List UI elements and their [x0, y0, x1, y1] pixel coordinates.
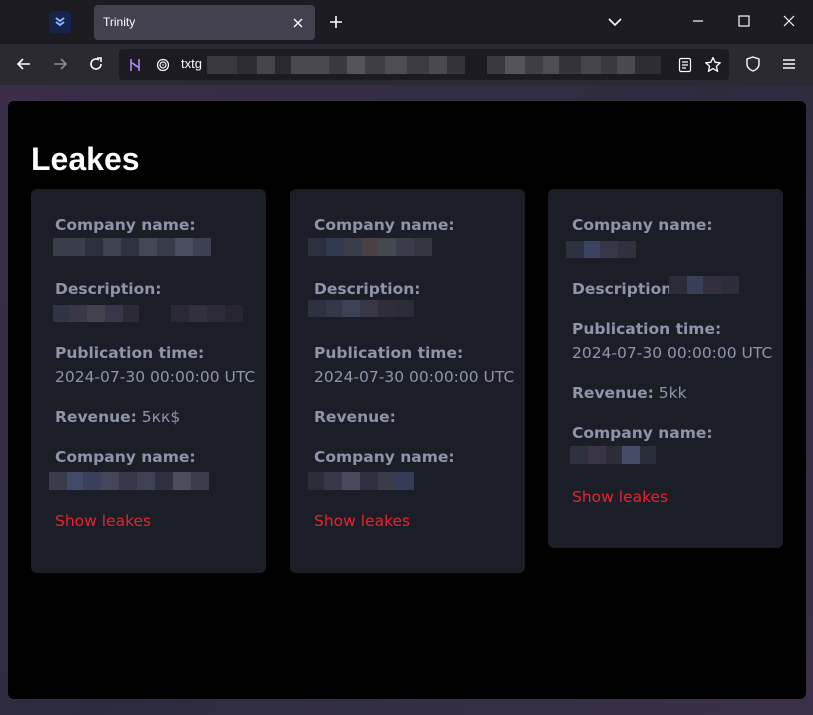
revenue-field: Revenue: [314, 408, 396, 426]
company-name-label: Company name: [55, 216, 196, 234]
description-redacted [308, 300, 414, 317]
url-text: txtg [181, 56, 202, 71]
shield-icon[interactable] [744, 55, 762, 73]
hamburger-menu-icon[interactable] [780, 55, 798, 73]
publication-time-label: Publication time: [314, 344, 464, 362]
company-name-label: Company name: [314, 216, 455, 234]
leak-card: Company name: Description: Publication t… [31, 189, 266, 573]
page-viewport: Leakes Company name: Description: Public… [0, 85, 813, 715]
maximize-icon[interactable] [736, 13, 752, 29]
tab-bar: Trinity [0, 0, 813, 44]
description-label: Description: [314, 280, 421, 298]
url-redacted-2 [487, 56, 661, 74]
description-label: Description: [55, 280, 162, 298]
company-name-redacted [566, 241, 636, 258]
chevron-down-icon[interactable] [606, 13, 624, 31]
leak-card: Company name: Description: Publication t… [290, 189, 525, 573]
revenue-field: Revenue: 5кк$ [55, 408, 181, 426]
back-arrow-icon[interactable] [15, 55, 33, 73]
page-container: Leakes Company name: Description: Public… [8, 101, 806, 699]
show-leakes-link[interactable]: Show leakes [314, 512, 410, 530]
star-icon[interactable] [704, 56, 722, 74]
page-title: Leakes [31, 141, 140, 177]
publication-time-value: 2024-07-30 00:00:00 UTC [314, 368, 515, 386]
plus-icon[interactable] [327, 13, 345, 31]
company-name-redacted-2 [49, 472, 209, 490]
publication-time-value: 2024-07-30 00:00:00 UTC [572, 344, 773, 362]
leak-card: Company name: Description: Publication t… [548, 189, 783, 548]
company-name-label-2: Company name: [314, 448, 455, 466]
revenue-field: Revenue: 5kk [572, 384, 687, 402]
publication-time-value: 2024-07-30 00:00:00 UTC [55, 368, 256, 386]
show-leakes-link[interactable]: Show leakes [572, 488, 668, 506]
company-name-redacted [308, 238, 432, 256]
publication-time-label: Publication time: [572, 320, 722, 338]
close-icon[interactable] [291, 15, 305, 29]
publication-time-label: Publication time: [55, 344, 205, 362]
window-close-icon[interactable] [781, 13, 797, 29]
reader-mode-icon[interactable] [677, 57, 693, 73]
company-name-redacted-2 [570, 446, 656, 464]
navigation-toolbar: txtg [0, 44, 813, 85]
company-name-label-2: Company name: [55, 448, 196, 466]
reload-icon[interactable] [87, 55, 105, 73]
company-name-redacted [53, 238, 211, 256]
description-redacted [669, 276, 739, 294]
company-name-redacted-2 [308, 472, 414, 490]
description-field: Description: [572, 280, 679, 298]
show-leakes-link[interactable]: Show leakes [55, 512, 151, 530]
forward-arrow-icon[interactable] [51, 55, 69, 73]
extension-icon[interactable] [49, 11, 71, 33]
tab-title: Trinity [103, 15, 136, 29]
url-bar[interactable]: txtg [119, 49, 729, 80]
minimize-icon[interactable] [690, 13, 706, 29]
company-name-label: Company name: [572, 216, 713, 234]
tab-trinity[interactable]: Trinity [94, 5, 315, 40]
tracking-protection-icon[interactable] [155, 57, 171, 73]
company-name-label-2: Company name: [572, 424, 713, 442]
url-redacted [207, 56, 465, 74]
description-redacted [53, 305, 243, 322]
permissions-icon[interactable] [127, 57, 143, 73]
